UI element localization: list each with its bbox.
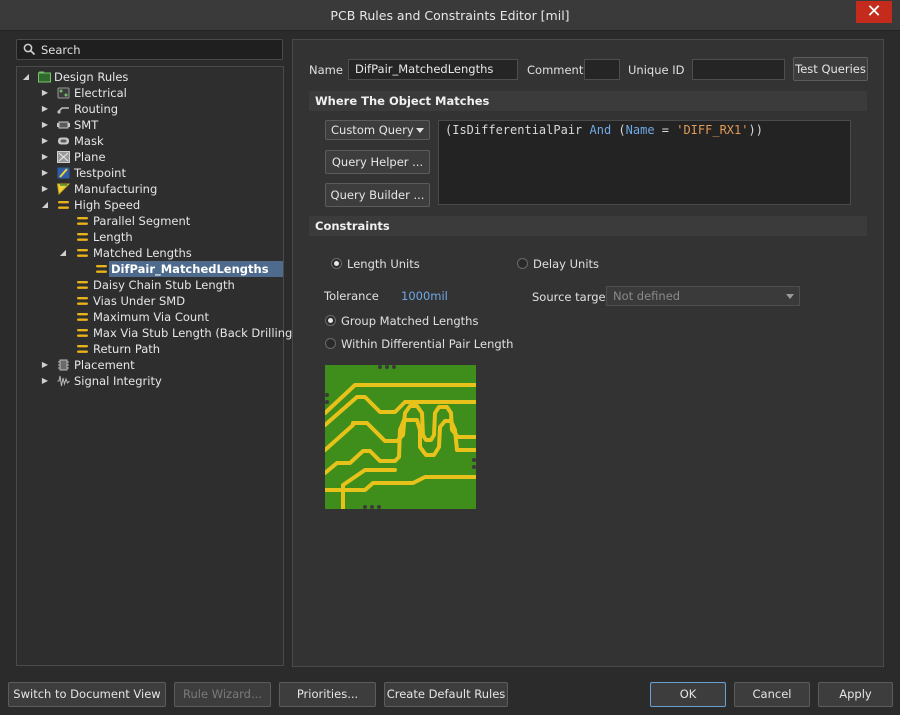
search-placeholder: Search <box>41 43 81 57</box>
manufacturing-icon <box>57 183 70 195</box>
tree-item-maximum-via-count[interactable]: Maximum Via Count <box>75 309 280 325</box>
collapse-arrow-icon[interactable]: ◢ <box>58 245 68 261</box>
expand-arrow-icon[interactable]: ▶ <box>40 117 50 133</box>
cancel-button[interactable]: Cancel <box>734 682 810 707</box>
expand-arrow-icon[interactable]: ▶ <box>40 357 50 373</box>
tree-item-max-via-stub-length[interactable]: Max Via Stub Length (Back Drilling) <box>75 325 297 341</box>
high-speed-rule-icon <box>77 233 88 241</box>
window-title: PCB Rules and Constraints Editor [mil] <box>330 8 570 23</box>
source-target-dropdown[interactable]: Not defined <box>606 286 800 306</box>
query-builder-button[interactable]: Query Builder ... <box>325 183 430 207</box>
search-input[interactable]: Search <box>16 39 283 60</box>
unique-id-label: Unique ID <box>628 63 685 77</box>
tree-item-parallel-segment[interactable]: Parallel Segment <box>75 213 280 229</box>
radio-button[interactable] <box>325 338 336 349</box>
radio-button[interactable] <box>331 258 342 269</box>
electrical-icon <box>57 87 70 99</box>
placement-icon <box>58 359 69 371</box>
plane-icon <box>57 151 70 163</box>
tree-item-electrical[interactable]: ▶ Electrical <box>40 85 280 101</box>
tree-item-routing[interactable]: ▶ Routing <box>40 101 280 117</box>
ok-button[interactable]: OK <box>650 682 726 707</box>
source-target-label: Source target <box>532 290 611 304</box>
rule-properties-panel: Name DifPair_MatchedLengths Comment Uniq… <box>292 39 884 667</box>
close-button[interactable]: ✕ <box>856 1 892 23</box>
expand-arrow-icon[interactable]: ▶ <box>40 101 50 117</box>
tree-item-difpair-matchedlengths[interactable]: DifPair_MatchedLengths <box>93 261 283 277</box>
comment-label: Comment <box>527 63 584 77</box>
expand-arrow-icon[interactable]: ▶ <box>40 165 50 181</box>
test-queries-button[interactable]: Test Queries <box>793 57 868 81</box>
title-bar: PCB Rules and Constraints Editor [mil] ✕ <box>0 0 900 31</box>
expand-arrow-icon[interactable]: ▶ <box>40 181 50 197</box>
radio-button[interactable] <box>517 258 528 269</box>
chevron-down-icon <box>416 128 424 133</box>
query-editor[interactable]: (IsDifferentialPair And (Name = 'DIFF_RX… <box>438 120 851 205</box>
name-label: Name <box>309 63 343 77</box>
collapse-arrow-icon[interactable]: ◢ <box>40 197 50 213</box>
high-speed-rule-icon <box>77 217 88 225</box>
routing-icon <box>57 107 69 114</box>
rules-tree[interactable]: ◢ Design Rules ▶ Electrical ▶ Routing ▶ … <box>16 66 297 666</box>
priorities-button[interactable]: Priorities... <box>279 682 376 707</box>
expand-arrow-icon[interactable]: ▶ <box>40 85 50 101</box>
tree-item-return-path[interactable]: Return Path <box>75 341 280 357</box>
constraints-header: Constraints <box>309 216 867 236</box>
rules-panel: Search ◢ Design Rules ▶ Electrical ▶ Rou… <box>16 39 297 667</box>
testpoint-icon <box>57 167 70 179</box>
unique-id-field[interactable] <box>692 59 785 80</box>
chevron-down-icon <box>786 294 794 299</box>
tree-root-design-rules[interactable]: ◢ Design Rules <box>21 69 281 85</box>
design-rules-folder-icon <box>38 71 51 83</box>
tree-item-plane[interactable]: ▶ Plane <box>40 149 280 165</box>
rule-wizard-button: Rule Wizard... <box>174 682 271 707</box>
tree-item-length[interactable]: Length <box>75 229 280 245</box>
expand-arrow-icon[interactable]: ▶ <box>40 133 50 149</box>
tree-item-high-speed[interactable]: ◢ High Speed <box>40 197 280 213</box>
query-helper-button[interactable]: Query Helper ... <box>325 150 430 174</box>
high-speed-icon <box>58 201 69 209</box>
apply-button[interactable]: Apply <box>818 682 893 707</box>
high-speed-rule-icon <box>77 329 88 337</box>
tolerance-value[interactable]: 1000mil <box>401 289 448 303</box>
tree-item-mask[interactable]: ▶ Mask <box>40 133 280 149</box>
tree-item-vias-under-smd[interactable]: Vias Under SMD <box>75 293 280 309</box>
smt-icon <box>57 121 70 129</box>
high-speed-rule-icon <box>77 313 88 321</box>
high-speed-rule-icon <box>77 345 88 353</box>
query-mode-dropdown[interactable]: Custom Query <box>325 120 430 140</box>
collapse-arrow-icon[interactable]: ◢ <box>21 69 31 85</box>
tree-item-placement[interactable]: ▶ Placement <box>40 357 280 373</box>
high-speed-rule-icon <box>77 249 88 257</box>
comment-field[interactable] <box>584 59 620 80</box>
signal-integrity-icon <box>57 375 70 387</box>
high-speed-rule-icon <box>96 265 107 273</box>
tolerance-label: Tolerance <box>324 289 379 303</box>
tree-item-daisy-chain-stub-length[interactable]: Daisy Chain Stub Length <box>75 277 280 293</box>
search-icon <box>23 43 36 56</box>
create-default-rules-button[interactable]: Create Default Rules <box>384 682 508 707</box>
high-speed-rule-icon <box>77 281 88 289</box>
tree-item-manufacturing[interactable]: ▶ Manufacturing <box>40 181 280 197</box>
tree-item-testpoint[interactable]: ▶ Testpoint <box>40 165 280 181</box>
mask-icon <box>58 137 69 145</box>
where-object-matches-header: Where The Object Matches <box>309 91 867 111</box>
selected-rule-label: DifPair_MatchedLengths <box>109 261 283 277</box>
tree-item-smt[interactable]: ▶ SMT <box>40 117 280 133</box>
expand-arrow-icon[interactable]: ▶ <box>40 149 50 165</box>
matched-lengths-illustration <box>325 365 476 509</box>
switch-to-document-view-button[interactable]: Switch to Document View <box>8 682 166 707</box>
radio-button[interactable] <box>325 315 336 326</box>
tree-item-matched-lengths[interactable]: ◢ Matched Lengths <box>58 245 280 261</box>
name-field[interactable]: DifPair_MatchedLengths <box>348 59 518 80</box>
expand-arrow-icon[interactable]: ▶ <box>40 373 50 389</box>
high-speed-rule-icon <box>77 297 88 305</box>
tree-item-signal-integrity[interactable]: ▶ Signal Integrity <box>40 373 280 389</box>
